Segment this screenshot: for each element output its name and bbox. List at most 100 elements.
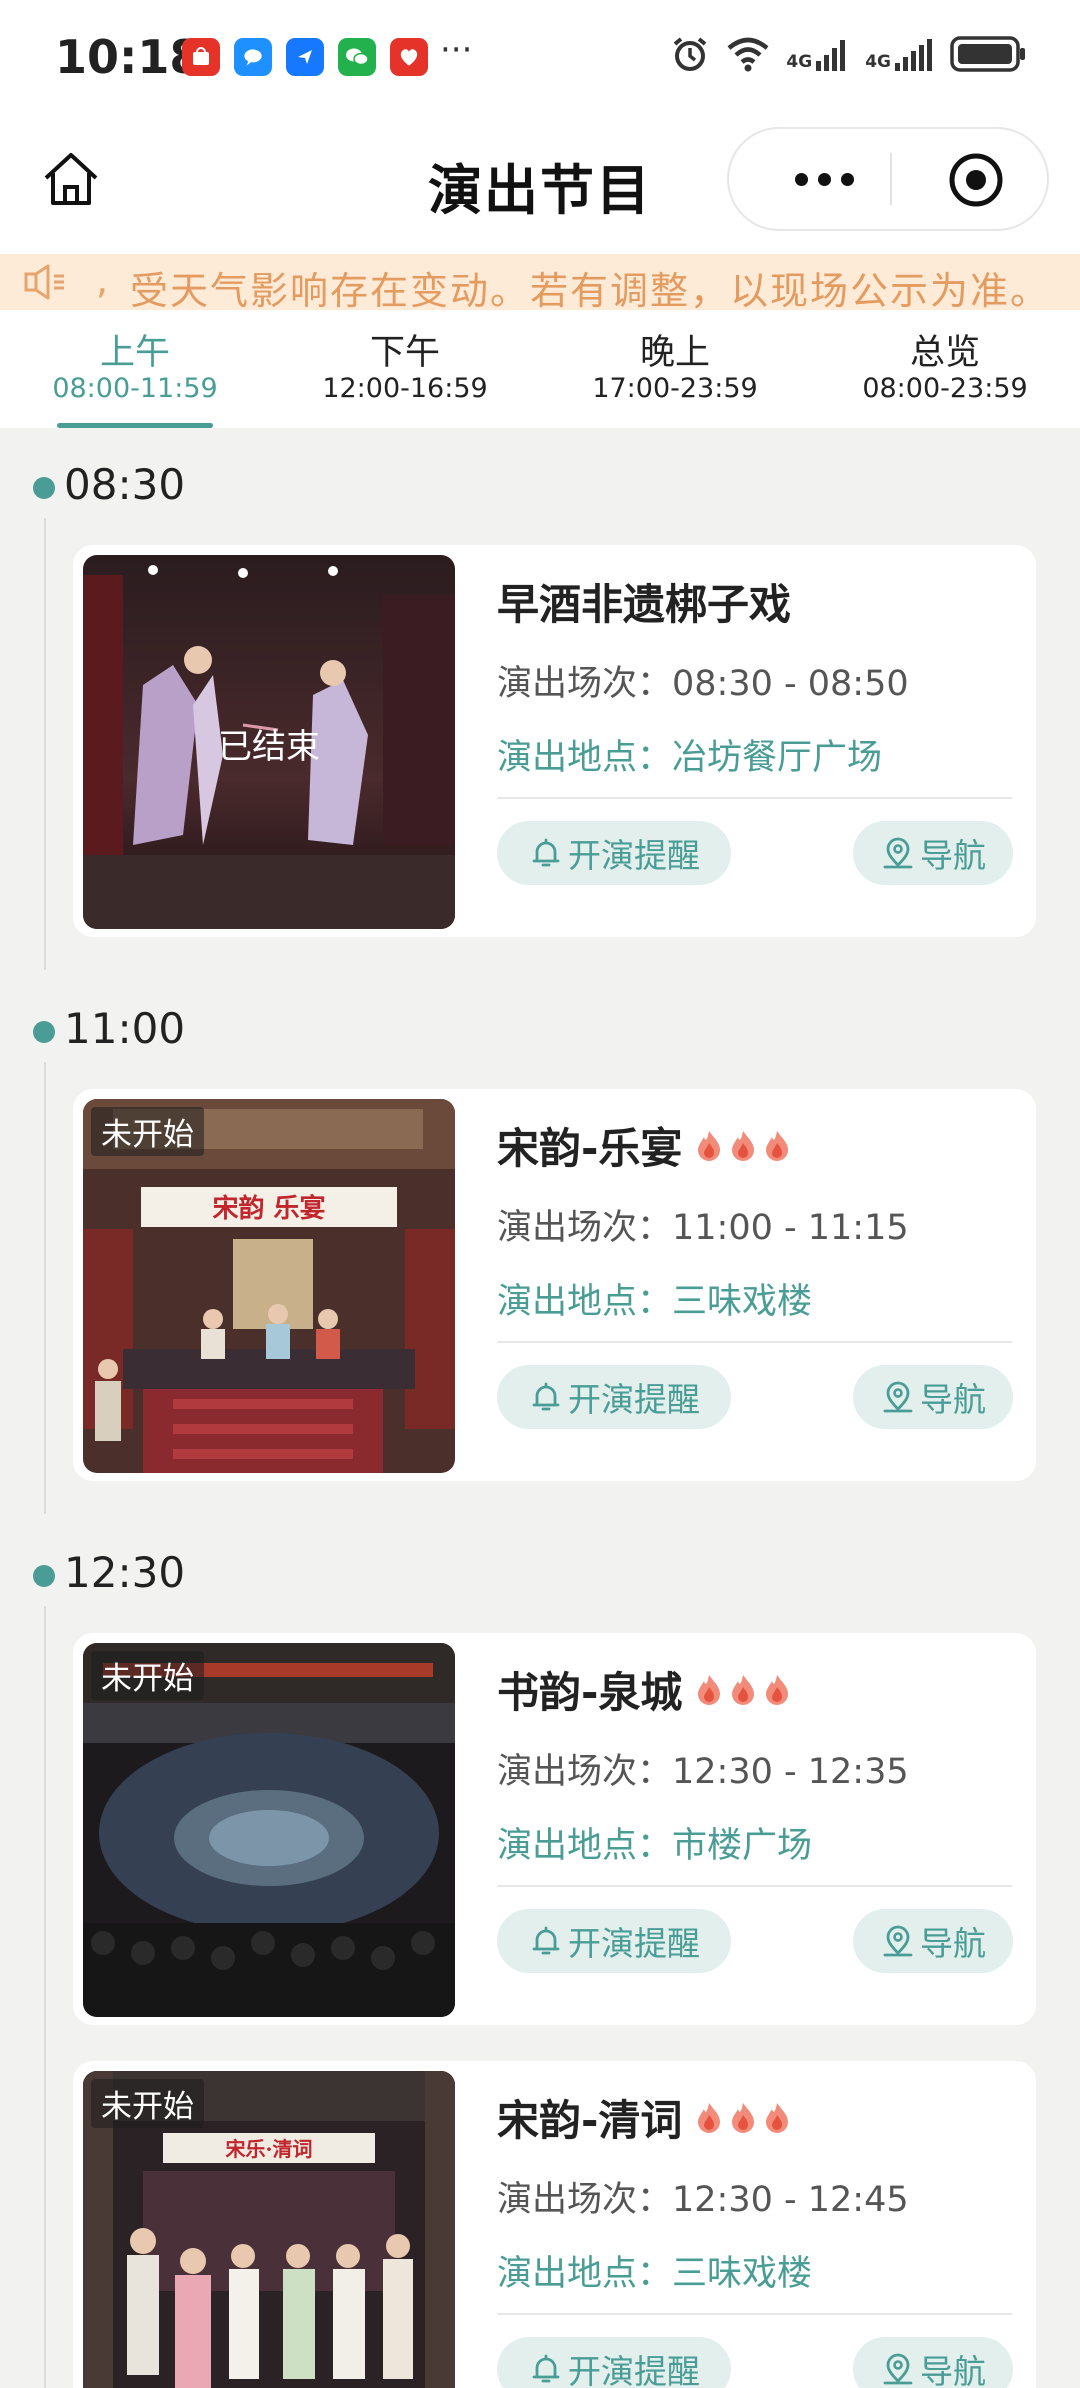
show-title: 宋韵-乐宴 [497, 1115, 792, 1176]
show-session: 演出场次：08:30 - 08:50 [497, 664, 909, 704]
speaker-icon [24, 264, 64, 300]
start-reminder-button[interactable]: 开演提醒 [497, 1365, 731, 1429]
tab-morning[interactable]: 上午 08:00-11:59 [0, 310, 270, 428]
notice-text: 受天气影响存在变动。若有调整，以现场公示为准。 [130, 269, 1051, 310]
time-label: 08:30 [64, 460, 186, 509]
show-venue[interactable]: 演出地点：冶坊餐厅广场 [497, 729, 882, 780]
show-card[interactable]: 未开始 书韵-泉城 演出场次：12:30 - 12:35 演出地点：市楼广场 开… [73, 1633, 1036, 2025]
notice-separator: , [96, 258, 109, 302]
wifi-icon [727, 37, 769, 72]
timeline-line [44, 1062, 46, 1514]
tab-label: 上午 [99, 333, 170, 373]
popularity-flames [694, 1129, 792, 1163]
time-tabs: 上午 08:00-11:59 下午 12:00-16:59 晚上 17:00-2… [0, 310, 1080, 428]
tab-time: 08:00-11:59 [52, 373, 218, 404]
tab-label: 总览 [909, 333, 980, 373]
page: 10:18 ··· 4G 4G 演出节目 , 受天气影响存在变动。若有调整，以现… [0, 0, 1080, 2388]
timeline-dot [33, 1021, 55, 1043]
show-status: 已结束 [218, 727, 320, 767]
bell-icon [532, 838, 560, 867]
show-status-badge: 未开始 [91, 2079, 204, 2128]
show-thumbnail: 宋韵 乐宴 未开始 [83, 1099, 455, 1473]
flame-icon [732, 1130, 755, 1161]
show-title: 早酒非遗梆子戏 [497, 580, 792, 629]
messages-icon [234, 38, 272, 76]
timeline-dot [33, 477, 55, 499]
navigation-app-icon [286, 38, 324, 76]
stage-sign-text: 宋韵 乐宴 [212, 1193, 325, 1224]
popularity-flames [694, 2101, 792, 2135]
signal-2-icon: 4G [865, 37, 934, 71]
status-more: ··· [440, 30, 473, 70]
location-pin-icon [883, 837, 913, 869]
tab-afternoon[interactable]: 下午 12:00-16:59 [270, 310, 540, 428]
tab-time: 17:00-23:59 [592, 373, 758, 404]
start-reminder-button[interactable]: 开演提醒 [497, 1909, 731, 1973]
location-pin-icon [883, 1925, 913, 1957]
status-bar: 10:18 ··· 4G 4G [0, 0, 1080, 118]
more-menu-button[interactable] [779, 129, 869, 229]
timeline-line [44, 1606, 46, 2388]
tab-active-underline [57, 423, 213, 428]
tab-label: 下午 [369, 333, 440, 373]
flame-icon [732, 2102, 755, 2133]
bell-icon [532, 2354, 560, 2383]
timeline-line [44, 518, 46, 970]
show-venue[interactable]: 演出地点：市楼广场 [497, 1817, 812, 1868]
show-session: 演出场次：11:00 - 11:15 [497, 1208, 909, 1248]
card-divider [497, 797, 1012, 799]
show-session: 演出场次：12:30 - 12:45 [497, 2180, 909, 2220]
tab-time: 12:00-16:59 [322, 373, 488, 404]
start-reminder-button[interactable]: 开演提醒 [497, 821, 731, 885]
show-status-badge: 未开始 [91, 1651, 204, 1700]
show-title: 书韵-泉城 [497, 1659, 792, 1720]
location-pin-icon [883, 2353, 913, 2385]
popularity-flames [694, 1673, 792, 1707]
show-title: 宋韵-清词 [497, 2087, 792, 2148]
battery-icon [950, 36, 1025, 72]
show-card[interactable]: 已结束 早酒非遗梆子戏 演出场次：08:30 - 08:50 演出地点：冶坊餐厅… [73, 545, 1036, 937]
show-card[interactable]: 宋韵 乐宴 未开始 宋韵-乐宴 演出场次：11:00 - 11:15 演出地点：… [73, 1089, 1036, 1481]
flame-icon [698, 1674, 721, 1705]
flame-icon [766, 1130, 789, 1161]
card-divider [497, 1885, 1012, 1887]
fortune-app-icon [390, 38, 428, 76]
flame-icon [698, 1130, 721, 1161]
mini-program-capsule [727, 127, 1049, 231]
show-thumbnail: 未开始 [83, 1643, 455, 2017]
start-reminder-button[interactable]: 开演提醒 [497, 2337, 731, 2388]
stage-sign-text: 宋乐·清词 [226, 2137, 313, 2161]
card-divider [497, 1341, 1012, 1343]
wechat-icon [338, 38, 376, 76]
bell-icon [532, 1926, 560, 1955]
time-label: 12:30 [64, 1548, 186, 1597]
nav-bar: 演出节目 [0, 118, 1080, 254]
bell-icon [532, 1382, 560, 1411]
tab-label: 晚上 [639, 333, 710, 373]
status-right: 4G 4G [670, 34, 1028, 74]
flame-icon [732, 1674, 755, 1705]
card-divider [497, 2313, 1012, 2315]
flame-icon [766, 1674, 789, 1705]
navigation-button[interactable]: 导航 [853, 1365, 1013, 1429]
target-icon [949, 153, 1003, 207]
tab-overview[interactable]: 总览 08:00-23:59 [810, 310, 1080, 428]
capsule-divider [890, 153, 892, 205]
show-card[interactable]: 宋乐·清词 未开始 宋韵-清词 演出场次：12:30 - 12:45 演出地点：… [73, 2061, 1036, 2388]
huawei-store-icon [182, 38, 220, 76]
tab-evening[interactable]: 晚上 17:00-23:59 [540, 310, 810, 428]
show-thumbnail: 已结束 [83, 555, 455, 929]
notice-bar: , 受天气影响存在变动。若有调整，以现场公示为准。 [0, 254, 1080, 310]
tab-time: 08:00-23:59 [862, 373, 1028, 404]
navigation-button[interactable]: 导航 [853, 2337, 1013, 2388]
status-time: 10:18 [55, 30, 202, 84]
show-session: 演出场次：12:30 - 12:35 [497, 1752, 909, 1792]
flame-icon [698, 2102, 721, 2133]
close-mini-program-button[interactable] [947, 151, 1005, 209]
navigation-button[interactable]: 导航 [853, 1909, 1013, 1973]
show-venue[interactable]: 演出地点：三味戏楼 [497, 1273, 812, 1324]
navigation-button[interactable]: 导航 [853, 821, 1013, 885]
timeline-dot [33, 1565, 55, 1587]
show-venue[interactable]: 演出地点：三味戏楼 [497, 2245, 812, 2296]
show-thumbnail: 宋乐·清词 未开始 [83, 2071, 455, 2388]
